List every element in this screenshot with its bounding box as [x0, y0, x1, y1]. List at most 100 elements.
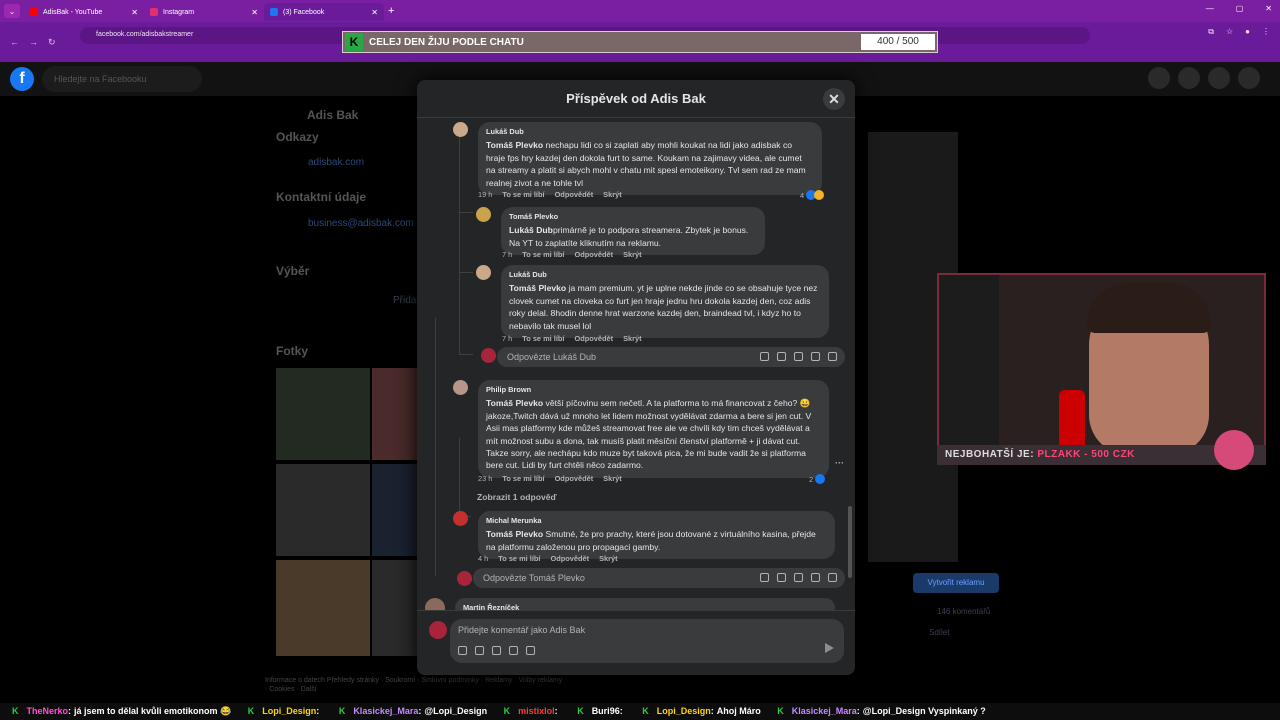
add-featured-button[interactable]: Přidat — [393, 295, 419, 306]
avatar[interactable] — [425, 598, 445, 610]
camera-icon[interactable] — [794, 573, 803, 582]
photo-thumbnail[interactable] — [372, 560, 418, 656]
url-text: facebook.com/adisbakstreamer — [96, 31, 194, 38]
maximize-icon[interactable]: ▢ — [1236, 4, 1244, 13]
mention[interactable]: Tomáš Plevko — [509, 283, 566, 293]
hide-button[interactable]: Skrýt — [603, 474, 622, 483]
more-options-icon[interactable]: ··· — [835, 458, 844, 468]
like-button[interactable]: To se mi líbí — [498, 554, 540, 563]
photo-thumbnail[interactable] — [276, 560, 370, 656]
hide-button[interactable]: Skrýt — [623, 250, 642, 259]
reply-button[interactable]: Odpovědět — [574, 334, 613, 343]
camera-icon[interactable] — [794, 352, 803, 361]
mention[interactable]: Lukáš Dub — [509, 225, 553, 235]
emoji-icon[interactable] — [475, 646, 484, 655]
mention[interactable]: Tomáš Plevko — [486, 140, 543, 150]
scrollbar[interactable] — [848, 506, 852, 578]
photo-thumbnail[interactable] — [276, 368, 370, 460]
hide-button[interactable]: Skrýt — [623, 334, 642, 343]
reply-button[interactable]: Odpovědět — [555, 190, 594, 199]
tab-instagram[interactable]: Instagram ✕ — [144, 3, 264, 21]
tab-facebook[interactable]: (3) Facebook ✕ — [264, 3, 384, 21]
email-link[interactable]: business@adisbak.com — [308, 218, 414, 229]
share-button[interactable]: Sdílet — [929, 628, 949, 637]
gif-icon[interactable] — [811, 352, 820, 361]
like-button[interactable]: To se mi líbí — [522, 250, 564, 259]
show-replies-link[interactable]: Zobrazit 1 odpověď — [477, 492, 557, 502]
comment-author[interactable]: Martin Řezníček — [463, 602, 825, 610]
mention[interactable]: Tomáš Plevko — [486, 529, 543, 539]
sticker-icon[interactable] — [828, 573, 837, 582]
menu-icon[interactable]: ⋮ — [1262, 27, 1270, 37]
reply-input-tomas[interactable]: Odpovězte Tomáš Plevko — [473, 568, 845, 588]
avatar-sticker-icon[interactable] — [760, 573, 769, 582]
close-tab-icon[interactable]: ✕ — [131, 8, 138, 17]
minimize-icon[interactable]: — — [1206, 4, 1214, 13]
tab-list-chevron-icon[interactable]: ⌄ — [4, 4, 20, 18]
photo-thumbnail[interactable] — [372, 464, 418, 556]
back-icon[interactable]: ← — [10, 37, 19, 47]
like-button[interactable]: To se mi líbí — [522, 334, 564, 343]
website-link[interactable]: adisbak.com — [308, 157, 364, 168]
close-icon[interactable]: ✕ — [823, 88, 845, 110]
avatar[interactable] — [476, 207, 491, 222]
like-button[interactable]: To se mi líbí — [502, 190, 544, 199]
notifications-icon[interactable] — [1208, 67, 1230, 89]
emoji-icon[interactable] — [777, 352, 786, 361]
gif-icon[interactable] — [509, 646, 518, 655]
forward-icon[interactable]: → — [29, 37, 38, 47]
new-tab-plus-icon[interactable]: + — [388, 5, 394, 17]
comment-author[interactable]: Tomáš Plevko — [509, 211, 755, 223]
close-tab-icon[interactable]: ✕ — [371, 8, 378, 17]
comment-author[interactable]: Lukáš Dub — [486, 126, 812, 138]
reload-icon[interactable]: ↻ — [48, 37, 56, 48]
facebook-logo-icon[interactable]: f — [10, 67, 34, 91]
sticker-icon[interactable] — [828, 352, 837, 361]
emoji-icon[interactable] — [777, 573, 786, 582]
avatar-sticker-icon[interactable] — [458, 646, 467, 655]
hide-button[interactable]: Skrýt — [599, 554, 618, 563]
reply-button[interactable]: Odpovědět — [574, 250, 613, 259]
create-ad-button[interactable]: Vytvořit reklamu — [913, 573, 999, 593]
avatar[interactable] — [453, 122, 468, 137]
photo-thumbnail[interactable] — [372, 368, 418, 460]
close-window-icon[interactable]: ✕ — [1265, 4, 1272, 13]
webcam-overlay — [937, 273, 1266, 463]
send-icon[interactable] — [825, 643, 834, 653]
facebook-search-input[interactable]: Hledejte na Facebooku — [42, 66, 202, 92]
messenger-icon[interactable] — [1178, 67, 1200, 89]
reaction-count[interactable]: 4 — [800, 190, 825, 200]
bookmark-star-icon[interactable]: ☆ — [1226, 27, 1233, 37]
comments-count[interactable]: 146 komentářů — [937, 607, 990, 616]
camera-icon[interactable] — [492, 646, 501, 655]
like-button[interactable]: To se mi líbí — [502, 474, 544, 483]
avatar[interactable] — [453, 511, 468, 526]
comment-time[interactable]: 4 h — [478, 554, 488, 563]
reply-button[interactable]: Odpovědět — [550, 554, 589, 563]
comment-author[interactable]: Lukáš Dub — [509, 269, 819, 281]
comment-author[interactable]: Philip Brown — [486, 384, 819, 396]
comment-time[interactable]: 7 h — [502, 334, 512, 343]
gif-icon[interactable] — [811, 573, 820, 582]
comment-time[interactable]: 7 h — [502, 250, 512, 259]
close-tab-icon[interactable]: ✕ — [251, 8, 258, 17]
reply-button[interactable]: Odpovědět — [555, 474, 594, 483]
sticker-icon[interactable] — [526, 646, 535, 655]
photo-thumbnail[interactable] — [276, 464, 370, 556]
reply-input-lukas[interactable]: Odpovězte Lukáš Dub — [497, 347, 845, 367]
avatar-sticker-icon[interactable] — [760, 352, 769, 361]
comment-author[interactable]: Michal Merunka — [486, 515, 825, 527]
avatar[interactable] — [453, 380, 468, 395]
avatar[interactable] — [476, 265, 491, 280]
extensions-icon[interactable]: ⧉ — [1208, 27, 1214, 37]
tab-youtube[interactable]: AdisBak - YouTube ✕ — [24, 3, 144, 21]
profile-icon[interactable]: ● — [1245, 27, 1250, 37]
mention[interactable]: Tomáš Plevko — [486, 398, 543, 408]
comment-time[interactable]: 19 h — [478, 190, 492, 199]
account-avatar[interactable] — [1238, 67, 1260, 89]
comment-time[interactable]: 23 h — [478, 474, 492, 483]
reaction-count[interactable]: 2 — [809, 474, 826, 484]
comment-input[interactable]: Přidejte komentář jako Adis Bak — [450, 619, 844, 663]
hide-button[interactable]: Skrýt — [603, 190, 622, 199]
apps-icon[interactable] — [1148, 67, 1170, 89]
